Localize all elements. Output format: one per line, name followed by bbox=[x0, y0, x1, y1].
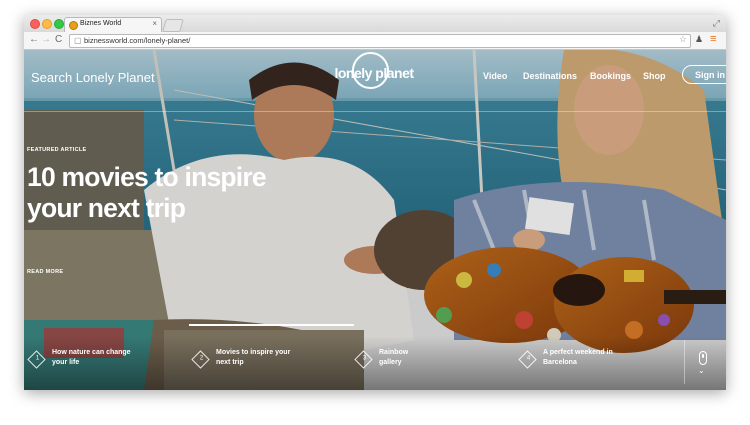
headline-line-1: 10 movies to inspire bbox=[27, 162, 267, 192]
page-icon: ▢ bbox=[74, 36, 82, 45]
favicon-icon bbox=[69, 21, 78, 30]
carousel-item-label: A perfect weekend in Barcelona bbox=[543, 349, 613, 366]
lonely-planet-logo[interactable]: lonely planet bbox=[329, 52, 419, 94]
fullscreen-icon[interactable]: ⤢ bbox=[713, 18, 720, 29]
browser-toolbar: ← → C ▢ biznessworld.com/lonely-planet/ … bbox=[24, 32, 726, 50]
tab-close-icon[interactable]: × bbox=[152, 19, 157, 28]
new-tab-button[interactable] bbox=[162, 19, 184, 32]
nav-bookings[interactable]: Bookings bbox=[590, 71, 631, 81]
read-more-link[interactable]: READ MORE bbox=[27, 269, 63, 275]
carousel-item-label: How nature can change your life bbox=[52, 349, 131, 366]
nav-destinations[interactable]: Destinations bbox=[523, 71, 577, 81]
title-bar: Biznes World × ⤢ bbox=[24, 15, 726, 33]
carousel-item-label: Movies to inspire your next trip bbox=[216, 349, 291, 366]
address-bar[interactable]: ▢ biznessworld.com/lonely-planet/ ☆ bbox=[69, 34, 691, 48]
logo-text: lonely planet bbox=[334, 65, 414, 81]
sign-in-button[interactable]: Sign in bbox=[682, 65, 726, 84]
browser-window: Biznes World × ⤢ ← → C ▢ biznessworld.co… bbox=[24, 15, 726, 390]
header-divider bbox=[24, 111, 726, 112]
maximize-window-button[interactable] bbox=[54, 19, 64, 29]
chevron-down-icon[interactable]: ⌄ bbox=[698, 366, 705, 375]
search-input[interactable]: Search Lonely Planet bbox=[31, 70, 155, 85]
star-icon[interactable]: ☆ bbox=[679, 34, 687, 45]
page-viewport: Search Lonely Planet lonely planet Video… bbox=[24, 50, 726, 390]
browser-tab[interactable]: Biznes World × bbox=[64, 17, 162, 33]
carousel-item-label: Rainbow gallery bbox=[379, 349, 409, 366]
featured-article-label: FEATURED ARTICLE bbox=[27, 147, 87, 153]
extension-icon[interactable]: ♟ bbox=[695, 34, 703, 45]
headline-line-2: your next trip bbox=[27, 193, 186, 223]
hero-headline[interactable]: 10 movies to inspire your next trip bbox=[27, 162, 357, 224]
carousel-progress-bar bbox=[189, 324, 354, 326]
close-window-button[interactable] bbox=[30, 19, 40, 29]
tab-title: Biznes World bbox=[80, 20, 122, 27]
nav-video[interactable]: Video bbox=[483, 71, 507, 81]
nav-shop[interactable]: Shop bbox=[643, 71, 666, 81]
sign-in-label: Sign in bbox=[695, 70, 725, 80]
back-arrow-icon[interactable]: ← bbox=[29, 34, 39, 45]
url-text[interactable]: biznessworld.com/lonely-planet/ bbox=[84, 36, 190, 45]
forward-arrow-icon[interactable]: → bbox=[41, 34, 51, 45]
reload-icon[interactable]: C bbox=[55, 34, 62, 45]
scroll-mouse-icon[interactable] bbox=[699, 351, 707, 365]
carousel-divider bbox=[684, 340, 685, 384]
minimize-window-button[interactable] bbox=[42, 19, 52, 29]
menu-icon[interactable]: ≡ bbox=[710, 33, 716, 45]
